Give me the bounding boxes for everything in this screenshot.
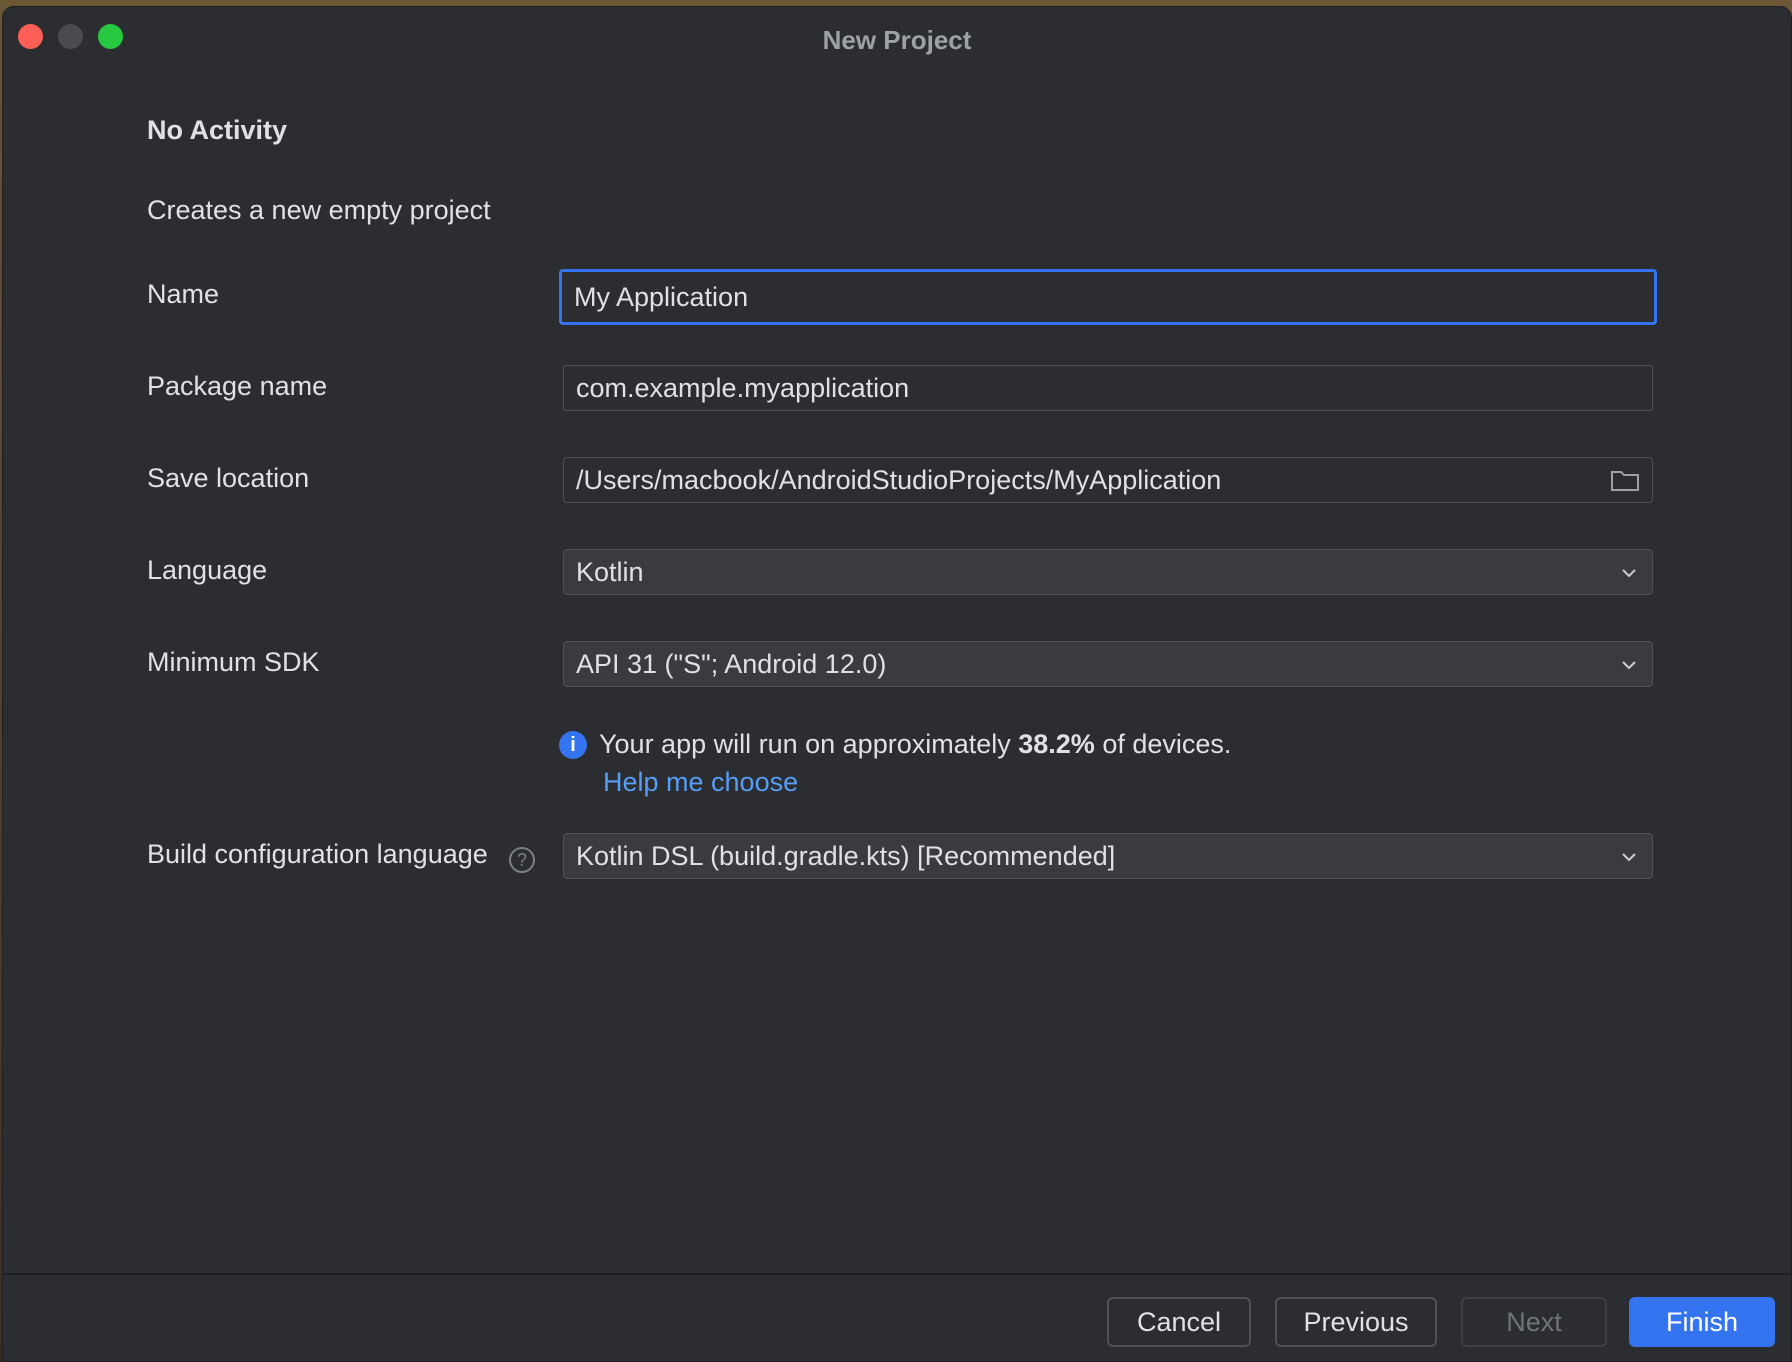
- help-question-icon[interactable]: ?: [509, 847, 535, 873]
- package-name-input[interactable]: [576, 366, 1652, 411]
- chevron-down-icon: [1622, 853, 1636, 862]
- finish-button[interactable]: Finish: [1629, 1297, 1775, 1347]
- language-value: Kotlin: [576, 557, 644, 587]
- save-location-field[interactable]: [563, 457, 1653, 503]
- folder-icon[interactable]: [1610, 468, 1640, 492]
- save-location-input[interactable]: [576, 458, 1586, 503]
- package-name-field[interactable]: [563, 365, 1653, 411]
- build-config-select[interactable]: Kotlin DSL (build.gradle.kts) [Recommend…: [563, 833, 1653, 879]
- template-description: Creates a new empty project: [147, 195, 491, 225]
- title-bar: New Project: [3, 7, 1791, 67]
- build-config-label: Build configuration language: [147, 839, 488, 869]
- language-select[interactable]: Kotlin: [563, 549, 1653, 595]
- info-icon: i: [559, 731, 587, 759]
- template-heading: No Activity: [147, 115, 288, 145]
- build-config-value: Kotlin DSL (build.gradle.kts) [Recommend…: [576, 841, 1116, 871]
- name-label: Name: [147, 279, 220, 309]
- minimum-sdk-label: Minimum SDK: [147, 647, 320, 677]
- cancel-button[interactable]: Cancel: [1107, 1297, 1251, 1347]
- window-title: New Project: [822, 25, 972, 55]
- name-input[interactable]: [574, 272, 1654, 322]
- minimum-sdk-value: API 31 ("S"; Android 12.0): [576, 649, 887, 679]
- name-field[interactable]: [559, 269, 1657, 325]
- minimum-sdk-select[interactable]: API 31 ("S"; Android 12.0): [563, 641, 1653, 687]
- chevron-down-icon: [1622, 569, 1636, 578]
- sdk-coverage-percent: 38.2%: [1018, 729, 1095, 759]
- footer-divider: [3, 1273, 1791, 1275]
- save-location-label: Save location: [147, 463, 310, 493]
- package-name-label: Package name: [147, 371, 328, 401]
- new-project-dialog: New Project No Activity Creates a new em…: [2, 6, 1792, 1362]
- next-button[interactable]: Next: [1461, 1297, 1607, 1347]
- previous-button[interactable]: Previous: [1275, 1297, 1437, 1347]
- help-me-choose-link[interactable]: Help me choose: [603, 767, 798, 798]
- sdk-coverage-text: Your app will run on approximately 38.2%…: [599, 729, 1231, 760]
- language-label: Language: [147, 555, 268, 585]
- sdk-coverage-suffix: of devices.: [1094, 729, 1232, 759]
- chevron-down-icon: [1622, 661, 1636, 670]
- sdk-coverage-prefix: Your app will run on approximately: [599, 729, 1019, 759]
